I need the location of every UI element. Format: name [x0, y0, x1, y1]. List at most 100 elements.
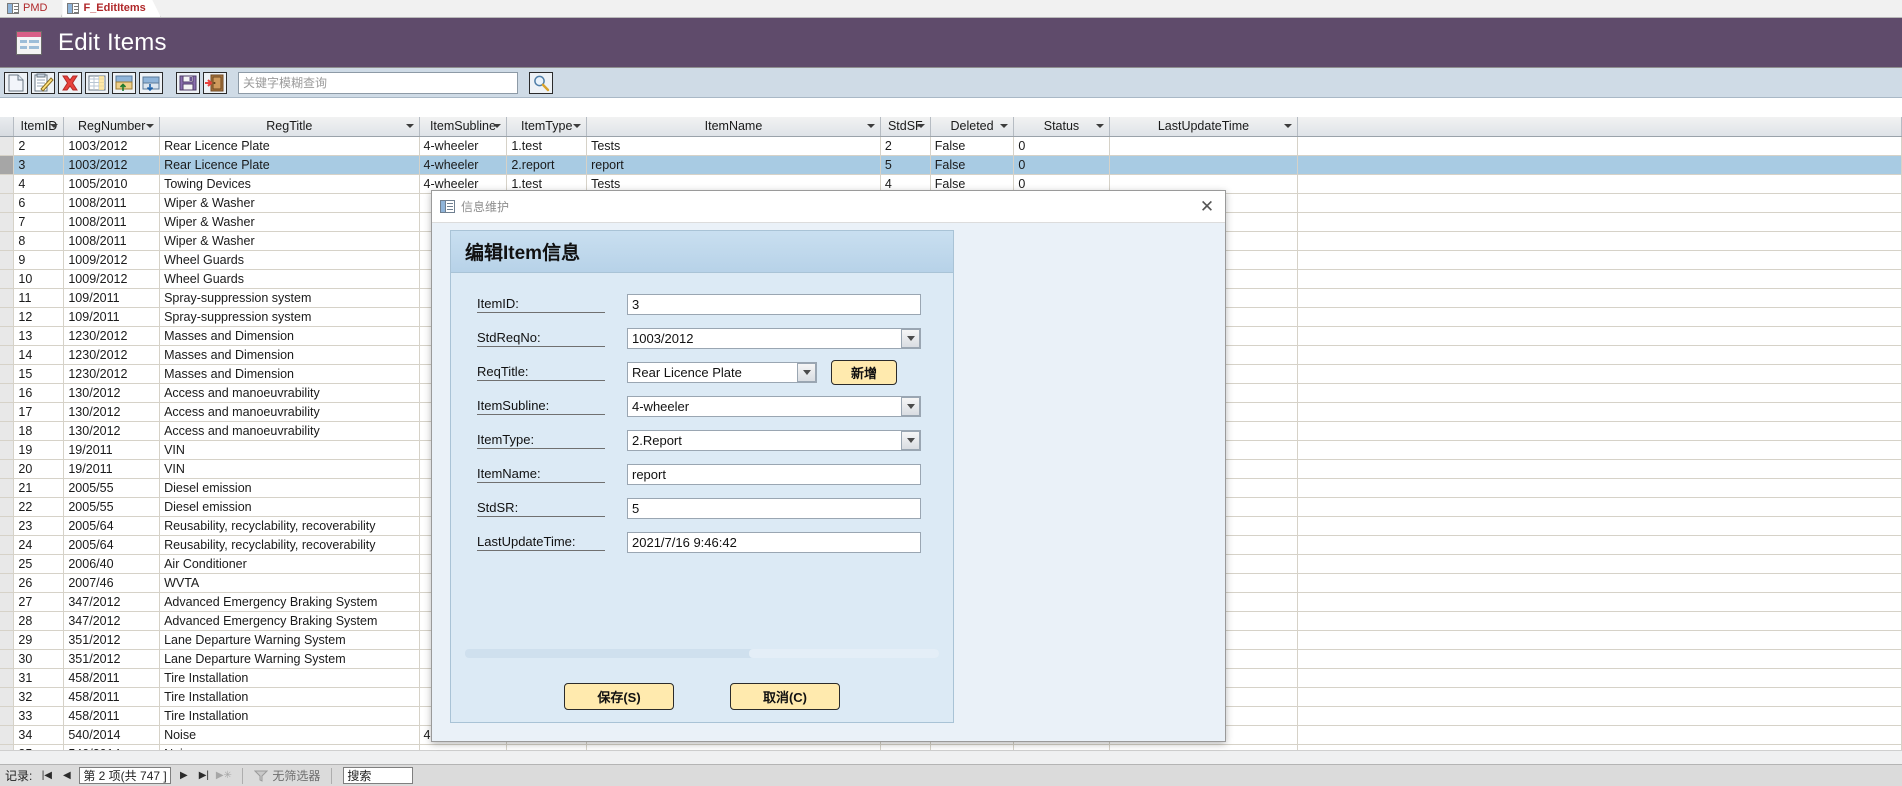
cell-itemid[interactable]: 26 — [13, 573, 65, 593]
row-selector[interactable] — [0, 478, 15, 498]
cell-regnumber[interactable]: 130/2012 — [63, 383, 161, 403]
cell-regnumber[interactable]: 130/2012 — [63, 402, 161, 422]
cell-regnumber[interactable]: 347/2012 — [63, 611, 161, 631]
first-record-icon[interactable]: |◀ — [39, 768, 54, 784]
cell-deleted[interactable]: False — [930, 136, 1015, 156]
cell-regnumber[interactable]: 458/2011 — [63, 668, 161, 688]
cell-itemid[interactable]: 31 — [13, 668, 65, 688]
cell-itemid[interactable]: 10 — [13, 269, 65, 289]
scrollbar-thumb[interactable] — [749, 649, 939, 658]
cell-regtitle[interactable]: Masses and Dimension — [159, 345, 420, 365]
row-selector[interactable] — [0, 535, 15, 555]
cell-regnumber[interactable]: 458/2011 — [63, 706, 161, 726]
column-header-status[interactable]: Status — [1013, 117, 1110, 137]
cell-regnumber[interactable]: 109/2011 — [63, 307, 161, 327]
cell-regnumber[interactable]: 19/2011 — [63, 440, 161, 460]
cell-itemid[interactable]: 21 — [13, 478, 65, 498]
cell-itemid[interactable]: 27 — [13, 592, 65, 612]
row-selector[interactable] — [0, 269, 15, 289]
cell-itemid[interactable]: 34 — [13, 725, 65, 745]
row-selector[interactable] — [0, 516, 15, 536]
chevron-down-icon[interactable] — [901, 430, 920, 450]
std-req-no-input[interactable] — [627, 327, 921, 349]
row-selector[interactable] — [0, 630, 15, 650]
close-icon[interactable]: ✕ — [1195, 195, 1219, 217]
exit-button[interactable] — [203, 71, 227, 94]
row-selector[interactable] — [0, 136, 15, 156]
cell-regnumber[interactable]: 347/2012 — [63, 592, 161, 612]
cell-itemid[interactable]: 30 — [13, 649, 65, 669]
cell-itemid[interactable]: 2 — [13, 136, 65, 156]
row-selector[interactable] — [0, 288, 15, 308]
cell-regnumber[interactable]: 1003/2012 — [63, 155, 161, 175]
cell-regnumber[interactable]: 2006/40 — [63, 554, 161, 574]
cell-itemid[interactable]: 29 — [13, 630, 65, 650]
row-selector[interactable] — [0, 326, 15, 346]
row-selector[interactable] — [0, 364, 15, 384]
row-selector[interactable] — [0, 155, 15, 175]
cell-regnumber[interactable]: 109/2011 — [63, 288, 161, 308]
save-button[interactable]: 保存(S) — [564, 683, 674, 710]
cell-regnumber[interactable]: 1230/2012 — [63, 345, 161, 365]
column-header-regtitle[interactable]: RegTitle — [159, 117, 420, 137]
cell-itemid[interactable]: 3 — [13, 155, 65, 175]
cell-regtitle[interactable]: Masses and Dimension — [159, 364, 420, 384]
cell-itemid[interactable]: 23 — [13, 516, 65, 536]
row-selector[interactable] — [0, 687, 15, 707]
chevron-down-icon[interactable] — [901, 396, 920, 416]
cell-regnumber[interactable]: 351/2012 — [63, 630, 161, 650]
cell-regtitle[interactable]: Lane Departure Warning System — [159, 649, 420, 669]
cell-regtitle[interactable]: Lane Departure Warning System — [159, 630, 420, 650]
cell-regtitle[interactable]: Noise — [159, 725, 420, 745]
cell-itemid[interactable]: 12 — [13, 307, 65, 327]
cell-regtitle[interactable]: Reusability, recyclability, recoverabili… — [159, 516, 420, 536]
row-selector[interactable] — [0, 497, 15, 517]
cell-regtitle[interactable]: Access and manoeuvrability — [159, 402, 420, 422]
cell-itemid[interactable]: 13 — [13, 326, 65, 346]
column-header-itemsubline[interactable]: ItemSubline — [419, 117, 508, 137]
cell-regnumber[interactable]: 1009/2012 — [63, 250, 161, 270]
cell-itemid[interactable]: 14 — [13, 345, 65, 365]
column-header-lastupdatetime[interactable]: LastUpdateTime — [1109, 117, 1299, 137]
row-selector[interactable] — [0, 649, 15, 669]
dialog-title-bar[interactable]: 信息维护 ✕ — [432, 191, 1225, 222]
cell-regtitle[interactable]: Rear Licence Plate — [159, 136, 420, 156]
table-row[interactable]: 3 1003/2012 Rear Licence Plate 4-wheeler 2.r… — [0, 155, 1902, 175]
cell-regtitle[interactable]: Access and manoeuvrability — [159, 421, 420, 441]
chevron-down-icon[interactable] — [1284, 124, 1293, 129]
select-all-corner[interactable] — [0, 117, 15, 137]
column-header-itemtype[interactable]: ItemType — [506, 117, 588, 137]
column-header-stdsf[interactable]: StdSF — [880, 117, 931, 137]
cell-regtitle[interactable]: VIN — [159, 440, 420, 460]
column-header-regnumber[interactable]: RegNumber — [63, 117, 161, 137]
cell-regnumber[interactable]: 1009/2012 — [63, 269, 161, 289]
cell-regtitle[interactable]: Diesel emission — [159, 478, 420, 498]
table-row[interactable]: 2 1003/2012 Rear Licence Plate 4-wheeler 1.t… — [0, 136, 1902, 156]
cell-itemsubline[interactable]: 4-wheeler — [419, 136, 508, 156]
cell-regtitle[interactable]: Advanced Emergency Braking System — [159, 592, 420, 612]
cell-regtitle[interactable]: Towing Devices — [159, 174, 420, 194]
cell-regnumber[interactable]: 351/2012 — [63, 649, 161, 669]
form-horizontal-scrollbar[interactable] — [465, 649, 939, 658]
row-selector[interactable] — [0, 592, 15, 612]
cell-itemid[interactable]: 32 — [13, 687, 65, 707]
cell-status[interactable]: 0 — [1013, 136, 1110, 156]
column-header-deleted[interactable]: Deleted — [930, 117, 1015, 137]
cell-regnumber[interactable]: 540/2014 — [63, 725, 161, 745]
cell-stdsf[interactable]: 5 — [880, 155, 931, 175]
delete-record-button[interactable] — [58, 71, 82, 94]
cell-regnumber[interactable]: 1005/2010 — [63, 174, 161, 194]
edit-record-button[interactable] — [31, 71, 55, 94]
cell-regnumber[interactable]: 1008/2011 — [63, 231, 161, 251]
row-selector[interactable] — [0, 706, 15, 726]
cell-itemid[interactable]: 19 — [13, 440, 65, 460]
column-header-itemname[interactable]: ItemName — [586, 117, 881, 137]
std-sr-input[interactable] — [627, 497, 921, 519]
cell-regtitle[interactable]: Reusability, recyclability, recoverabili… — [159, 535, 420, 555]
req-title-input[interactable] — [627, 361, 817, 383]
column-header-itemid[interactable]: ItemID — [13, 117, 65, 137]
tab-pmd[interactable]: PMD — [2, 0, 62, 17]
previous-record-icon[interactable]: ◀ — [59, 768, 74, 784]
cell-itemtype[interactable]: 2.report — [506, 155, 588, 175]
chevron-down-icon[interactable] — [1095, 124, 1104, 129]
